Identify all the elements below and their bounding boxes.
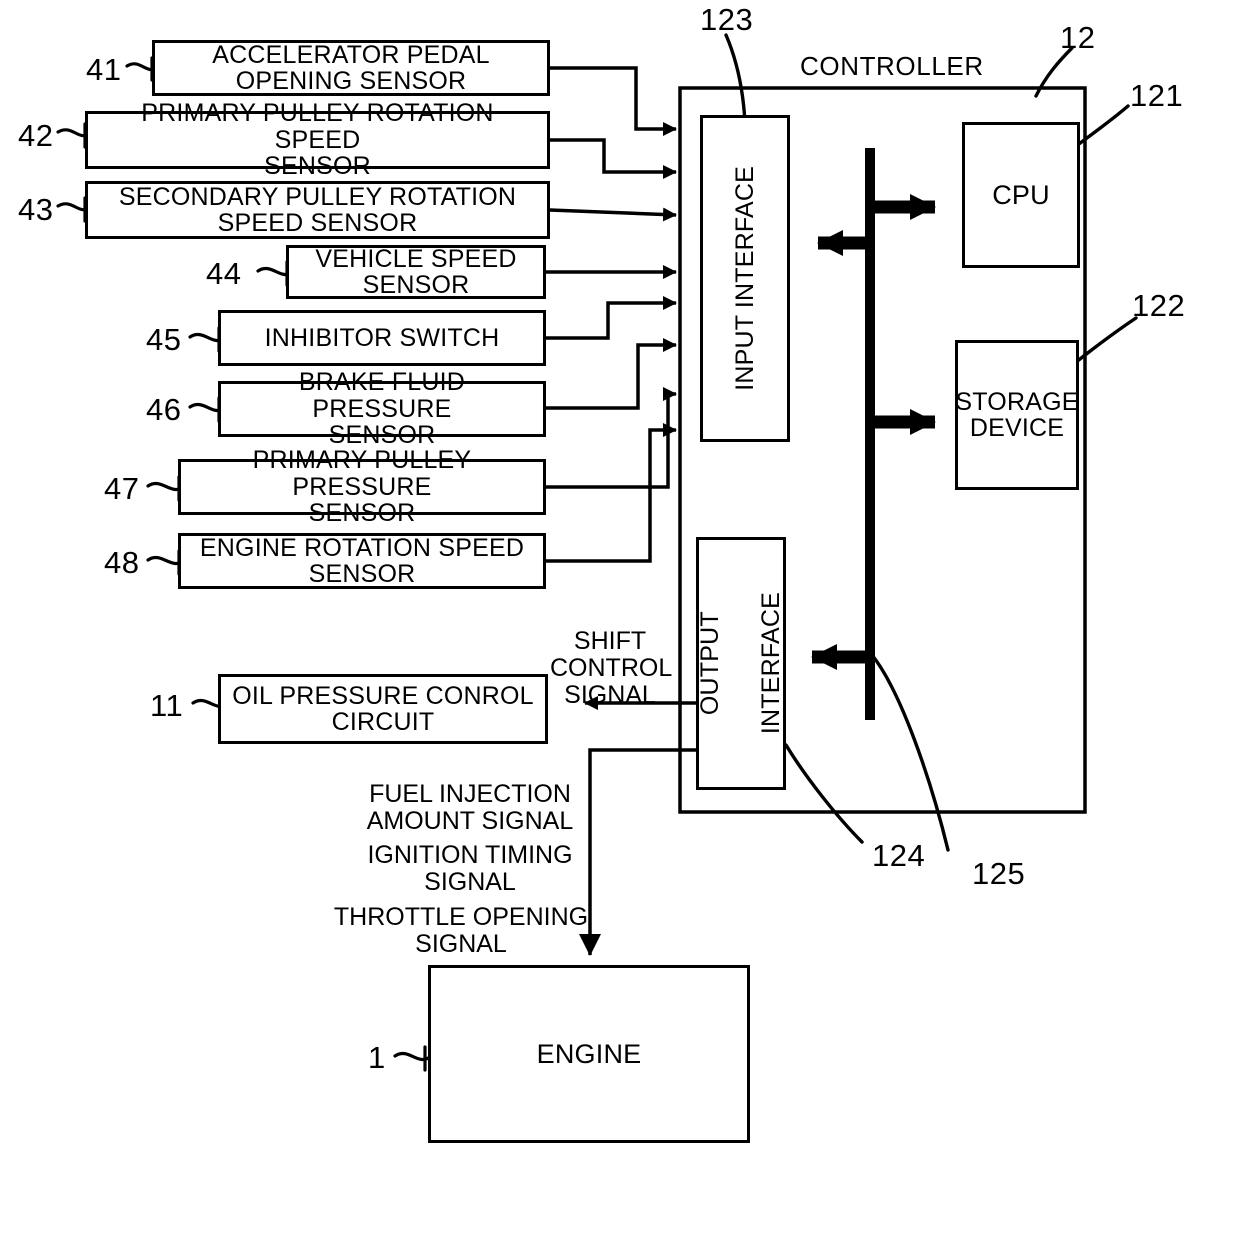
ref-numeral-1-text: 1: [368, 1040, 386, 1075]
sensor-label-line1: PRIMARY PULLEY PRESSURE: [252, 446, 472, 501]
fuel-injection-signal-text: FUEL INJECTION AMOUNT SIGNAL: [366, 780, 574, 835]
ref-numeral-125: 125: [972, 856, 1025, 892]
ref-numeral-123: 123: [700, 2, 753, 38]
sensor-label-line2: SENSOR: [328, 421, 436, 450]
sensor-label-line2: SENSOR: [264, 152, 371, 181]
ref-numeral-123-text: 123: [700, 2, 754, 37]
input-interface-label: INPUT INTERFACE: [730, 166, 759, 391]
ref-numeral-42: 42: [18, 118, 53, 154]
ref-numeral-44-text: 44: [206, 256, 242, 291]
oil-circuit-label-line2: CIRCUIT: [331, 708, 435, 736]
ref-numeral-41-text: 41: [86, 52, 122, 87]
storage-device-box[interactable]: STORAGE DEVICE: [955, 340, 1079, 490]
throttle-opening-signal-text: THROTTLE OPENING SIGNAL: [333, 903, 589, 958]
engine-box[interactable]: ENGINE: [428, 965, 750, 1143]
sensor-box-primary-pulley-rotation-speed[interactable]: PRIMARY PULLEY ROTATION SPEED SENSOR: [85, 100, 550, 179]
controller-title-text: CONTROLLER: [800, 51, 984, 81]
ignition-timing-signal-label: IGNITION TIMING SIGNAL: [350, 842, 590, 896]
fuel-injection-amount-signal-label: FUEL INJECTION AMOUNT SIGNAL: [350, 781, 590, 835]
ref-numeral-122: 122: [1132, 288, 1185, 324]
output-interface-label: OUTPUT INTERFACE: [689, 592, 793, 734]
output-interface-label-line2: INTERFACE: [757, 592, 786, 735]
sensor-label-line2: SENSOR: [362, 271, 470, 299]
ignition-timing-signal-text: IGNITION TIMING SIGNAL: [367, 841, 573, 896]
cpu-box[interactable]: CPU: [962, 122, 1080, 268]
output-interface-box[interactable]: OUTPUT INTERFACE: [696, 537, 786, 790]
sensor-box-primary-pulley-pressure[interactable]: PRIMARY PULLEY PRESSURE SENSOR: [178, 447, 546, 526]
ref-numeral-122-text: 122: [1132, 288, 1186, 323]
ref-numeral-124: 124: [872, 838, 925, 874]
sensor-box-secondary-pulley-rotation-speed[interactable]: SECONDARY PULLEY ROTATION SPEED SENSOR: [85, 181, 550, 239]
ref-numeral-121: 121: [1130, 78, 1183, 114]
throttle-opening-signal-label: THROTTLE OPENING SIGNAL: [332, 904, 590, 958]
ref-numeral-45: 45: [146, 322, 181, 358]
ref-numeral-121-text: 121: [1130, 78, 1184, 113]
sensor-box-brake-fluid-pressure[interactable]: BRAKE FLUID PRESSURE SENSOR: [218, 369, 546, 448]
engine-label: ENGINE: [536, 1038, 642, 1069]
sensor-label-line1: PRIMARY PULLEY ROTATION SPEED: [141, 99, 494, 154]
sensor-label-line1: INHIBITOR SWITCH: [264, 323, 500, 352]
sensor-label-line1: VEHICLE SPEED: [315, 244, 517, 273]
output-interface-label-line1: OUTPUT: [696, 611, 725, 716]
sensor-label-line1: BRAKE FLUID PRESSURE: [298, 368, 466, 423]
input-interface-box[interactable]: INPUT INTERFACE: [700, 115, 790, 442]
oil-circuit-label-line1: OIL PRESSURE CONROL: [232, 681, 534, 710]
ref-numeral-1: 1: [368, 1040, 386, 1076]
ref-numeral-12: 12: [1060, 20, 1095, 56]
ref-numeral-11-text: 11: [150, 688, 184, 723]
storage-label-line1: STORAGE: [955, 387, 1079, 416]
ref-numeral-47-text: 47: [104, 471, 140, 506]
ref-numeral-46: 46: [146, 392, 181, 428]
sensor-box-inhibitor-switch[interactable]: INHIBITOR SWITCH: [218, 310, 546, 366]
shift-control-signal-label: SHIFT CONTROL SIGNAL: [550, 627, 673, 709]
sensor-box-accelerator-pedal-opening[interactable]: ACCELERATOR PEDAL OPENING SENSOR: [152, 40, 550, 96]
ref-numeral-47: 47: [104, 471, 139, 507]
ref-numeral-48: 48: [104, 545, 139, 581]
sensor-label-line2: SENSOR: [308, 499, 416, 528]
ref-numeral-11: 11: [150, 688, 183, 724]
storage-label-line2: DEVICE: [969, 414, 1065, 442]
sensor-label-line1: ACCELERATOR PEDAL: [212, 40, 490, 69]
sensor-label-line2: SENSOR: [308, 560, 416, 588]
oil-pressure-control-circuit-box[interactable]: OIL PRESSURE CONROL CIRCUIT: [218, 674, 548, 744]
shift-control-signal-text: SHIFT CONTROL SIGNAL: [550, 627, 673, 709]
sensor-label-line2: OPENING SENSOR: [235, 67, 467, 95]
ref-numeral-124-text: 124: [872, 838, 926, 873]
ref-numeral-42-text: 42: [18, 118, 54, 153]
ref-numeral-45-text: 45: [146, 322, 182, 357]
patent-figure-canvas: ACCELERATOR PEDAL OPENING SENSOR PRIMARY …: [0, 0, 1240, 1260]
cpu-label: CPU: [992, 179, 1050, 210]
ref-numeral-43-text: 43: [18, 192, 54, 227]
sensor-box-vehicle-speed[interactable]: VEHICLE SPEED SENSOR: [286, 245, 546, 299]
ref-numeral-12-text: 12: [1060, 20, 1096, 55]
sensor-label-line1: ENGINE ROTATION SPEED: [199, 533, 525, 562]
ref-numeral-48-text: 48: [104, 545, 140, 580]
ref-numeral-41: 41: [86, 52, 121, 88]
sensor-label-line2: SPEED SENSOR: [217, 209, 418, 237]
ref-numeral-125-text: 125: [972, 856, 1026, 891]
sensor-box-engine-rotation-speed[interactable]: ENGINE ROTATION SPEED SENSOR: [178, 533, 546, 589]
ref-numeral-46-text: 46: [146, 392, 182, 427]
ref-numeral-44: 44: [206, 256, 241, 292]
ref-numeral-43: 43: [18, 192, 53, 228]
controller-title: CONTROLLER: [800, 52, 983, 80]
sensor-label-line1: SECONDARY PULLEY ROTATION: [118, 182, 517, 211]
